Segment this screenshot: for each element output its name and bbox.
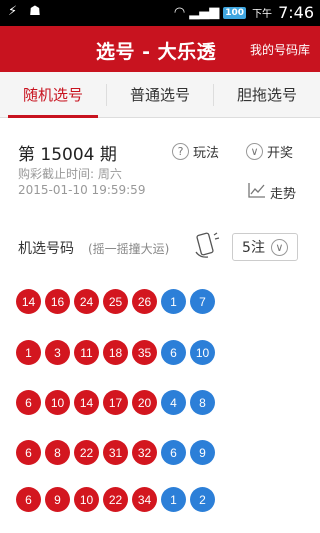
status-time: 7:46 <box>278 3 314 22</box>
red-ball: 9 <box>45 487 70 512</box>
deadline-info: 购彩截止时间: 周六 2015-01-10 19:59:59 <box>18 166 145 198</box>
red-ball: 10 <box>74 487 99 512</box>
red-ball: 35 <box>132 340 157 365</box>
number-row: 6 9 10 22 34 1 2 <box>16 487 215 512</box>
android-icon: ☗ <box>29 4 41 19</box>
tab-banker-pick[interactable]: 胆拖选号 <box>214 72 320 118</box>
red-ball: 26 <box>132 289 157 314</box>
blue-ball: 1 <box>161 487 186 512</box>
red-ball: 34 <box>132 487 157 512</box>
chevron-down-icon: ∨ <box>270 238 288 256</box>
wifi-icon: ◠ <box>173 5 186 20</box>
red-ball: 6 <box>16 487 41 512</box>
tab-bar: 随机选号 普通选号 胆拖选号 <box>0 72 320 118</box>
blue-ball: 1 <box>161 289 186 314</box>
bet-count-value: 5注 <box>242 240 265 256</box>
status-bar: ⚡ ☗ ◠ ▂▄▆ 100 下午 7:46 <box>0 0 320 26</box>
tab-random-pick[interactable]: 随机选号 <box>0 72 106 118</box>
rules-button[interactable]: ? 玩法 <box>172 142 219 161</box>
red-ball: 1 <box>16 340 41 365</box>
red-ball: 8 <box>45 440 70 465</box>
red-ball: 11 <box>74 340 99 365</box>
status-ampm: 下午 <box>252 9 273 20</box>
number-row: 6 10 14 17 20 4 8 <box>16 390 215 415</box>
number-row: 14 16 24 25 26 1 7 <box>16 289 215 314</box>
question-icon: ? <box>172 143 189 160</box>
red-ball: 17 <box>103 390 128 415</box>
signal-icon: ▂▄▆ <box>189 5 220 20</box>
red-ball: 6 <box>16 390 41 415</box>
issue-title: 第 15004 期 <box>18 145 117 165</box>
red-ball: 22 <box>74 440 99 465</box>
red-ball: 20 <box>132 390 157 415</box>
trend-chart-icon <box>248 182 266 202</box>
shake-hint: (摇一摇撞大运) <box>88 242 170 256</box>
blue-ball: 6 <box>161 440 186 465</box>
number-row: 6 8 22 31 32 6 9 <box>16 440 215 465</box>
red-ball: 25 <box>103 289 128 314</box>
tab-normal-pick[interactable]: 普通选号 <box>107 72 213 118</box>
red-ball: 16 <box>45 289 70 314</box>
title-bar: 选号 - 大乐透 我的号码库 <box>0 26 320 72</box>
my-numbers-button[interactable]: 我的号码库 <box>250 41 310 58</box>
deadline-label: 购彩截止时间: 周六 <box>18 167 122 181</box>
chevron-down-icon: ∨ <box>246 143 263 160</box>
usb-icon: ⚡ <box>8 4 18 19</box>
shake-phone-icon[interactable] <box>192 230 220 260</box>
draw-results-button[interactable]: ∨ 开奖 <box>246 142 293 161</box>
red-ball: 14 <box>74 390 99 415</box>
blue-ball: 8 <box>190 390 215 415</box>
red-ball: 3 <box>45 340 70 365</box>
red-ball: 14 <box>16 289 41 314</box>
red-ball: 32 <box>132 440 157 465</box>
blue-ball: 2 <box>190 487 215 512</box>
number-row: 1 3 11 18 35 6 10 <box>16 340 215 365</box>
blue-ball: 9 <box>190 440 215 465</box>
bet-count-select[interactable]: 5注 ∨ <box>232 233 298 261</box>
blue-ball: 4 <box>161 390 186 415</box>
draw-label: 开奖 <box>267 146 294 161</box>
battery-icon: 100 <box>223 6 247 19</box>
red-ball: 24 <box>74 289 99 314</box>
red-ball: 6 <box>16 440 41 465</box>
red-ball: 18 <box>103 340 128 365</box>
red-ball: 31 <box>103 440 128 465</box>
blue-ball: 6 <box>161 340 186 365</box>
blue-ball: 7 <box>190 289 215 314</box>
red-ball: 10 <box>45 390 70 415</box>
page-title: 选号 - 大乐透 <box>96 41 217 63</box>
red-ball: 22 <box>103 487 128 512</box>
deadline-time: 2015-01-10 19:59:59 <box>18 183 146 197</box>
rules-label: 玩法 <box>193 146 220 161</box>
random-pick-label: 机选号码 <box>18 241 74 257</box>
trend-button[interactable]: 走势 <box>248 182 296 202</box>
blue-ball: 10 <box>190 340 215 365</box>
trend-label: 走势 <box>270 186 297 202</box>
